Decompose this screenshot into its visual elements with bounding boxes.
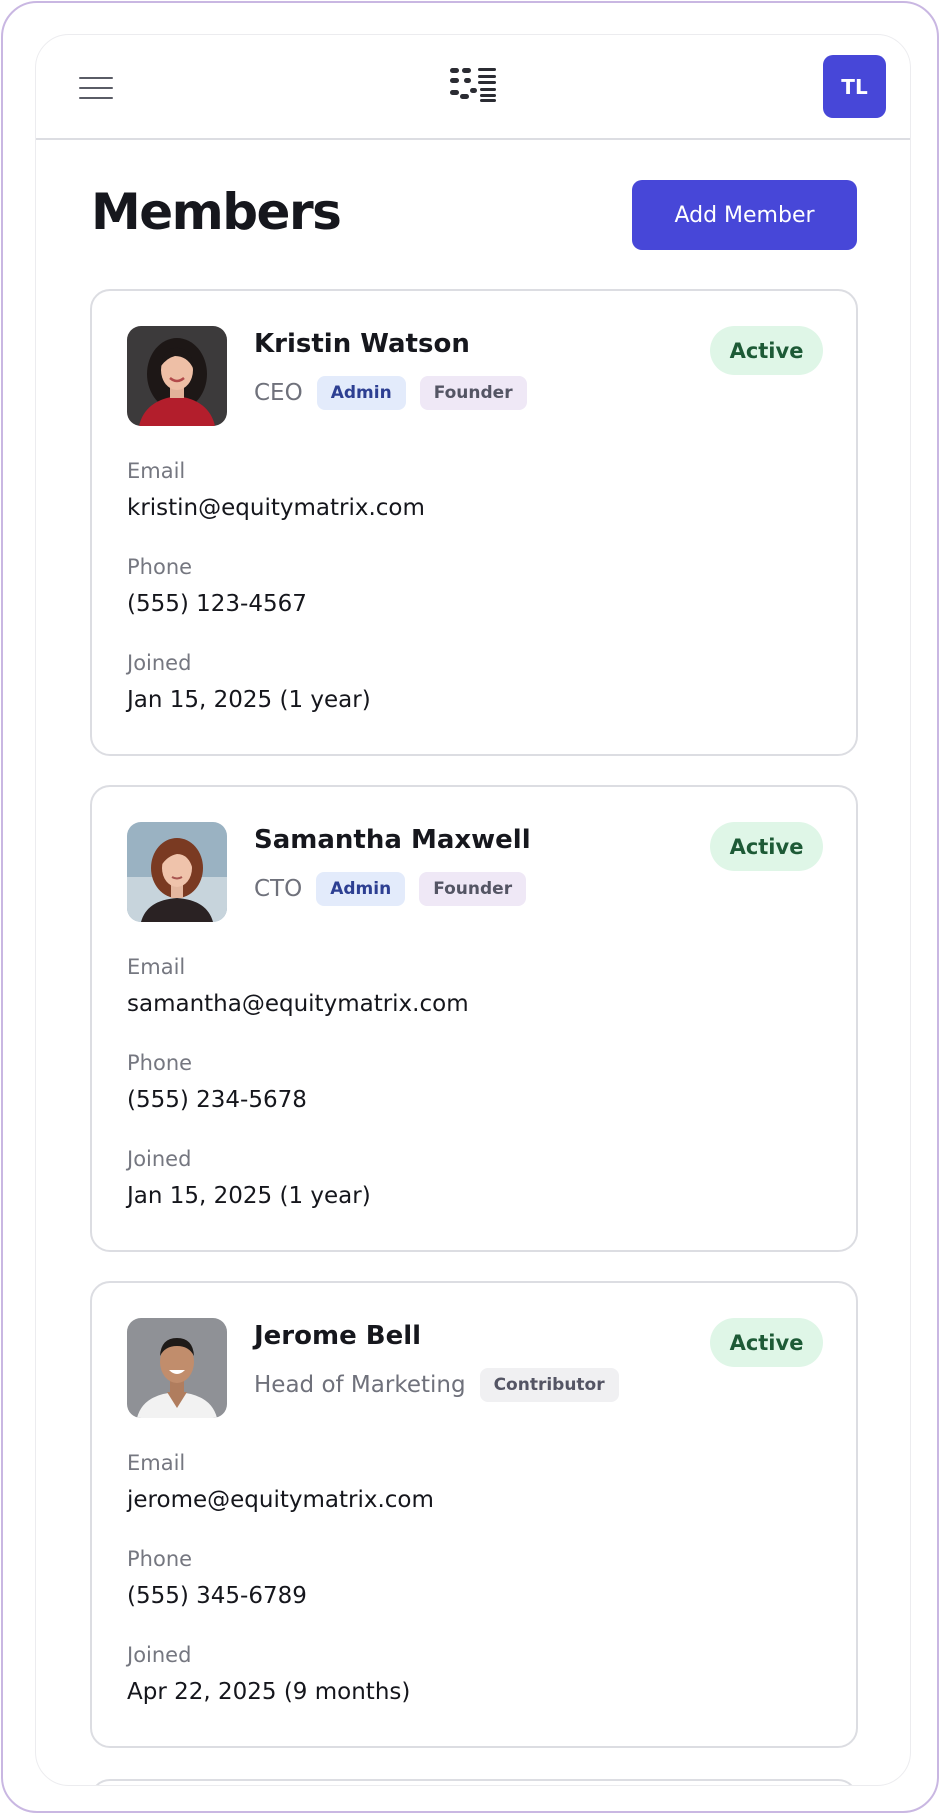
email-label: Email — [127, 1451, 186, 1475]
member-title-row: Head of Marketing Contributor — [254, 1368, 619, 1402]
member-card: Jerome Bell Head of Marketing Contributo… — [90, 1281, 858, 1748]
member-title-row: CTO Admin Founder — [254, 872, 527, 906]
app-screen: TL Members Add Member Kristin Watson CEO — [35, 34, 911, 1786]
member-name: Samantha Maxwell — [254, 825, 531, 855]
phone-value[interactable]: (555) 234-5678 — [127, 1087, 307, 1113]
member-card: Samantha Maxwell CTO Admin Founder Activ… — [90, 785, 858, 1252]
tag-admin: Admin — [316, 872, 406, 906]
hamburger-menu-icon[interactable] — [79, 75, 113, 101]
tag-admin: Admin — [316, 376, 406, 410]
email-label: Email — [127, 459, 186, 483]
status-badge: Active — [710, 1318, 823, 1367]
phone-label: Phone — [127, 1051, 193, 1075]
joined-label: Joined — [127, 1643, 192, 1667]
member-role: CEO — [254, 380, 303, 406]
phone-label: Phone — [127, 555, 193, 579]
tag-founder: Founder — [419, 872, 527, 906]
joined-value: Jan 15, 2025 (1 year) — [127, 687, 371, 713]
phone-label: Phone — [127, 1547, 193, 1571]
member-card-partial — [90, 1779, 858, 1785]
member-avatar — [127, 1318, 227, 1418]
joined-value: Apr 22, 2025 (9 months) — [127, 1679, 411, 1705]
equity-matrix-logo[interactable] — [450, 68, 502, 104]
page-title: Members — [91, 183, 342, 241]
tag-founder: Founder — [419, 376, 527, 410]
status-badge: Active — [710, 822, 823, 871]
member-card: Kristin Watson CEO Admin Founder Active … — [90, 289, 858, 756]
phone-value[interactable]: (555) 123-4567 — [127, 591, 307, 617]
top-nav-bar: TL — [36, 35, 910, 140]
member-name: Kristin Watson — [254, 329, 470, 359]
status-badge: Active — [710, 326, 823, 375]
email-label: Email — [127, 955, 186, 979]
member-avatar — [127, 822, 227, 922]
member-role: Head of Marketing — [254, 1372, 466, 1398]
user-avatar-button[interactable]: TL — [823, 55, 886, 118]
joined-label: Joined — [127, 1147, 192, 1171]
joined-label: Joined — [127, 651, 192, 675]
member-avatar — [127, 326, 227, 426]
tag-contributor: Contributor — [479, 1368, 619, 1402]
email-value[interactable]: kristin@equitymatrix.com — [127, 495, 425, 521]
member-role: CTO — [254, 876, 303, 902]
phone-value[interactable]: (555) 345-6789 — [127, 1583, 307, 1609]
joined-value: Jan 15, 2025 (1 year) — [127, 1183, 371, 1209]
email-value[interactable]: jerome@equitymatrix.com — [127, 1487, 434, 1513]
member-name: Jerome Bell — [254, 1321, 422, 1351]
member-title-row: CEO Admin Founder — [254, 376, 527, 410]
email-value[interactable]: samantha@equitymatrix.com — [127, 991, 469, 1017]
device-frame: TL Members Add Member Kristin Watson CEO — [1, 1, 939, 1813]
add-member-button[interactable]: Add Member — [632, 180, 857, 250]
